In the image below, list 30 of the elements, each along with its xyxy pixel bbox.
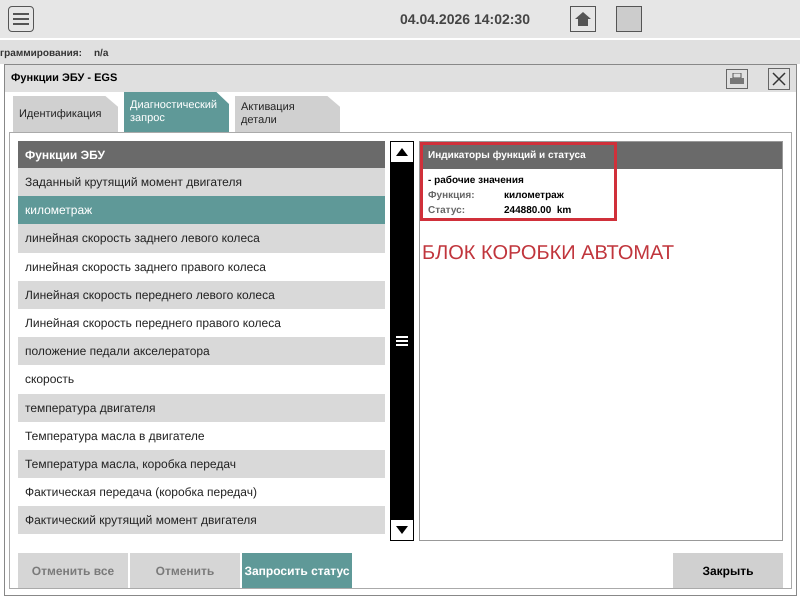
- scroll-up-icon[interactable]: [391, 142, 413, 162]
- panel-header: Индикаторы функций и статуса: [420, 142, 782, 169]
- function-list-item[interactable]: температура двигателя: [18, 394, 385, 422]
- close-icon[interactable]: [768, 68, 790, 90]
- date-time: 04.04.2026 14:02:30: [400, 10, 530, 28]
- menu-icon[interactable]: [8, 6, 34, 32]
- function-list-item[interactable]: Заданный крутящий момент двигателя: [18, 168, 385, 196]
- field-value: 244880.00 km: [504, 204, 572, 218]
- field-value: километраж: [504, 189, 564, 203]
- function-list-item[interactable]: Температура масла, коробка передач: [18, 450, 385, 478]
- field-label: Функция:: [428, 189, 476, 203]
- function-list-item[interactable]: Фактический крутящий момент двигателя: [18, 506, 385, 534]
- scroll-thumb-icon[interactable]: [396, 336, 408, 346]
- home-icon[interactable]: [570, 6, 596, 32]
- function-list-item[interactable]: положение педали акселератора: [18, 337, 385, 366]
- annotation-text: БЛОК КОРОБКИ АВТОМАТ: [421, 241, 676, 266]
- tab[interactable]: Идентификация: [13, 96, 118, 132]
- dialog-title: Функции ЭБУ - EGS: [11, 71, 118, 86]
- tab[interactable]: Активация детали: [235, 96, 340, 132]
- dialog-button[interactable]: Закрыть: [673, 553, 783, 588]
- function-list-item[interactable]: Линейная скорость переднего левого колеса: [18, 280, 385, 309]
- panel-subtitle: - рабочие значения: [428, 174, 525, 188]
- info-label: граммирования:: [0, 47, 82, 61]
- list-header: Функции ЭБУ: [18, 141, 385, 168]
- function-list-item[interactable]: линейная скорость заднего левого колеса: [18, 224, 385, 253]
- scroll-down-icon[interactable]: [391, 520, 413, 540]
- info-value: n/a: [94, 47, 108, 61]
- scrollbar[interactable]: [390, 141, 414, 541]
- print-icon[interactable]: [726, 68, 748, 88]
- field-label: Статус:: [428, 204, 466, 218]
